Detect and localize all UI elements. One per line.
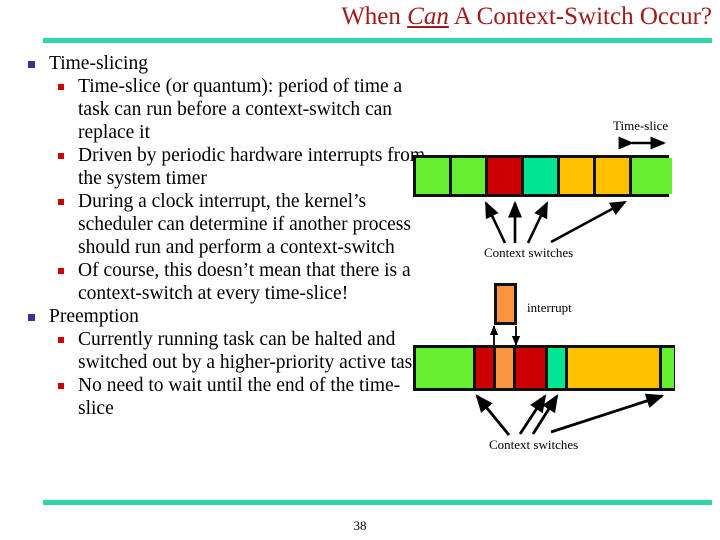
square-bullet-icon: [28, 314, 35, 321]
slide-title: When Can A Context-Switch Occur?: [20, 2, 712, 32]
bullet-level2-item: Of course, this doesn’t mean that there …: [50, 259, 426, 305]
bullet-level2-label: No need to wait until the end of the tim…: [78, 375, 401, 419]
timeline-segment: [560, 158, 596, 194]
title-prefix: When: [341, 3, 408, 30]
title-keyword: Can: [407, 3, 449, 30]
interrupt-arrows: [489, 325, 521, 346]
timeline-segment: [568, 348, 662, 388]
title-suffix: A Context-Switch Occur?: [448, 3, 712, 30]
bullet-level2-item: Time-slice (or quantum): period of time …: [50, 75, 426, 144]
bullet-level2-item: No need to wait until the end of the tim…: [50, 374, 426, 420]
bullet-level1-label: Preemption: [49, 306, 139, 327]
timeline-segment: [662, 348, 674, 388]
timeline-segment: [596, 158, 632, 194]
square-bullet-icon: [58, 153, 64, 159]
time-slicing-timeline: [413, 155, 672, 197]
square-bullet-icon: [58, 268, 64, 274]
context-switch-arrows-top: [484, 200, 627, 244]
bullet-level2-label: Of course, this doesn’t mean that there …: [78, 260, 411, 304]
interrupt-block: [494, 283, 517, 325]
label-context-switches-top: Context switches: [484, 245, 574, 260]
footer-divider-rule: [43, 500, 712, 505]
bullet-level2-label: Driven by periodic hardware interrupts f…: [78, 145, 426, 189]
label-context-switches-bottom: Context switches: [489, 437, 579, 452]
bullet-level2-item: During a clock interrupt, the kernel’s s…: [50, 190, 426, 259]
square-bullet-icon: [58, 383, 64, 389]
bullet-level2-item: Driven by periodic hardware interrupts f…: [50, 144, 426, 190]
bullet-level1-label: Time-slicing: [49, 53, 148, 74]
timeline-segment: [416, 348, 476, 388]
bullet-level2-label: Currently running task can be halted and…: [78, 329, 423, 373]
label-time-slice: Time-slice: [613, 118, 669, 133]
timeline-segment: [452, 158, 488, 194]
bullet-level2-item: Currently running task can be halted and…: [50, 328, 426, 374]
square-bullet-icon: [58, 84, 64, 90]
page-number: 38: [353, 518, 367, 533]
square-bullet-icon: [28, 61, 35, 68]
timeline-segment: [476, 348, 496, 388]
timeline-segment: [488, 158, 524, 194]
preemption-timeline: [413, 345, 675, 391]
timeline-segment: [548, 348, 568, 388]
square-bullet-icon: [58, 337, 64, 343]
square-bullet-icon: [58, 199, 64, 205]
timeline-segment: [496, 348, 516, 388]
timeline-segment: [416, 158, 452, 194]
timeline-segment: [524, 158, 560, 194]
timeline-segment: [516, 348, 548, 388]
slide-body: Time-slicing Time-slice (or quantum): pe…: [26, 52, 426, 420]
timeline-segment: [632, 158, 672, 194]
bullet-level1-preemption: Preemption: [26, 305, 426, 328]
bullet-level2-label: Time-slice (or quantum): period of time …: [78, 76, 403, 143]
label-interrupt: interrupt: [527, 300, 572, 315]
bullet-level1-time-slicing: Time-slicing: [26, 52, 426, 75]
bullet-level2-label: During a clock interrupt, the kernel’s s…: [78, 191, 411, 258]
context-switch-arrows-bottom: [475, 393, 665, 436]
title-divider-rule: [43, 38, 712, 43]
